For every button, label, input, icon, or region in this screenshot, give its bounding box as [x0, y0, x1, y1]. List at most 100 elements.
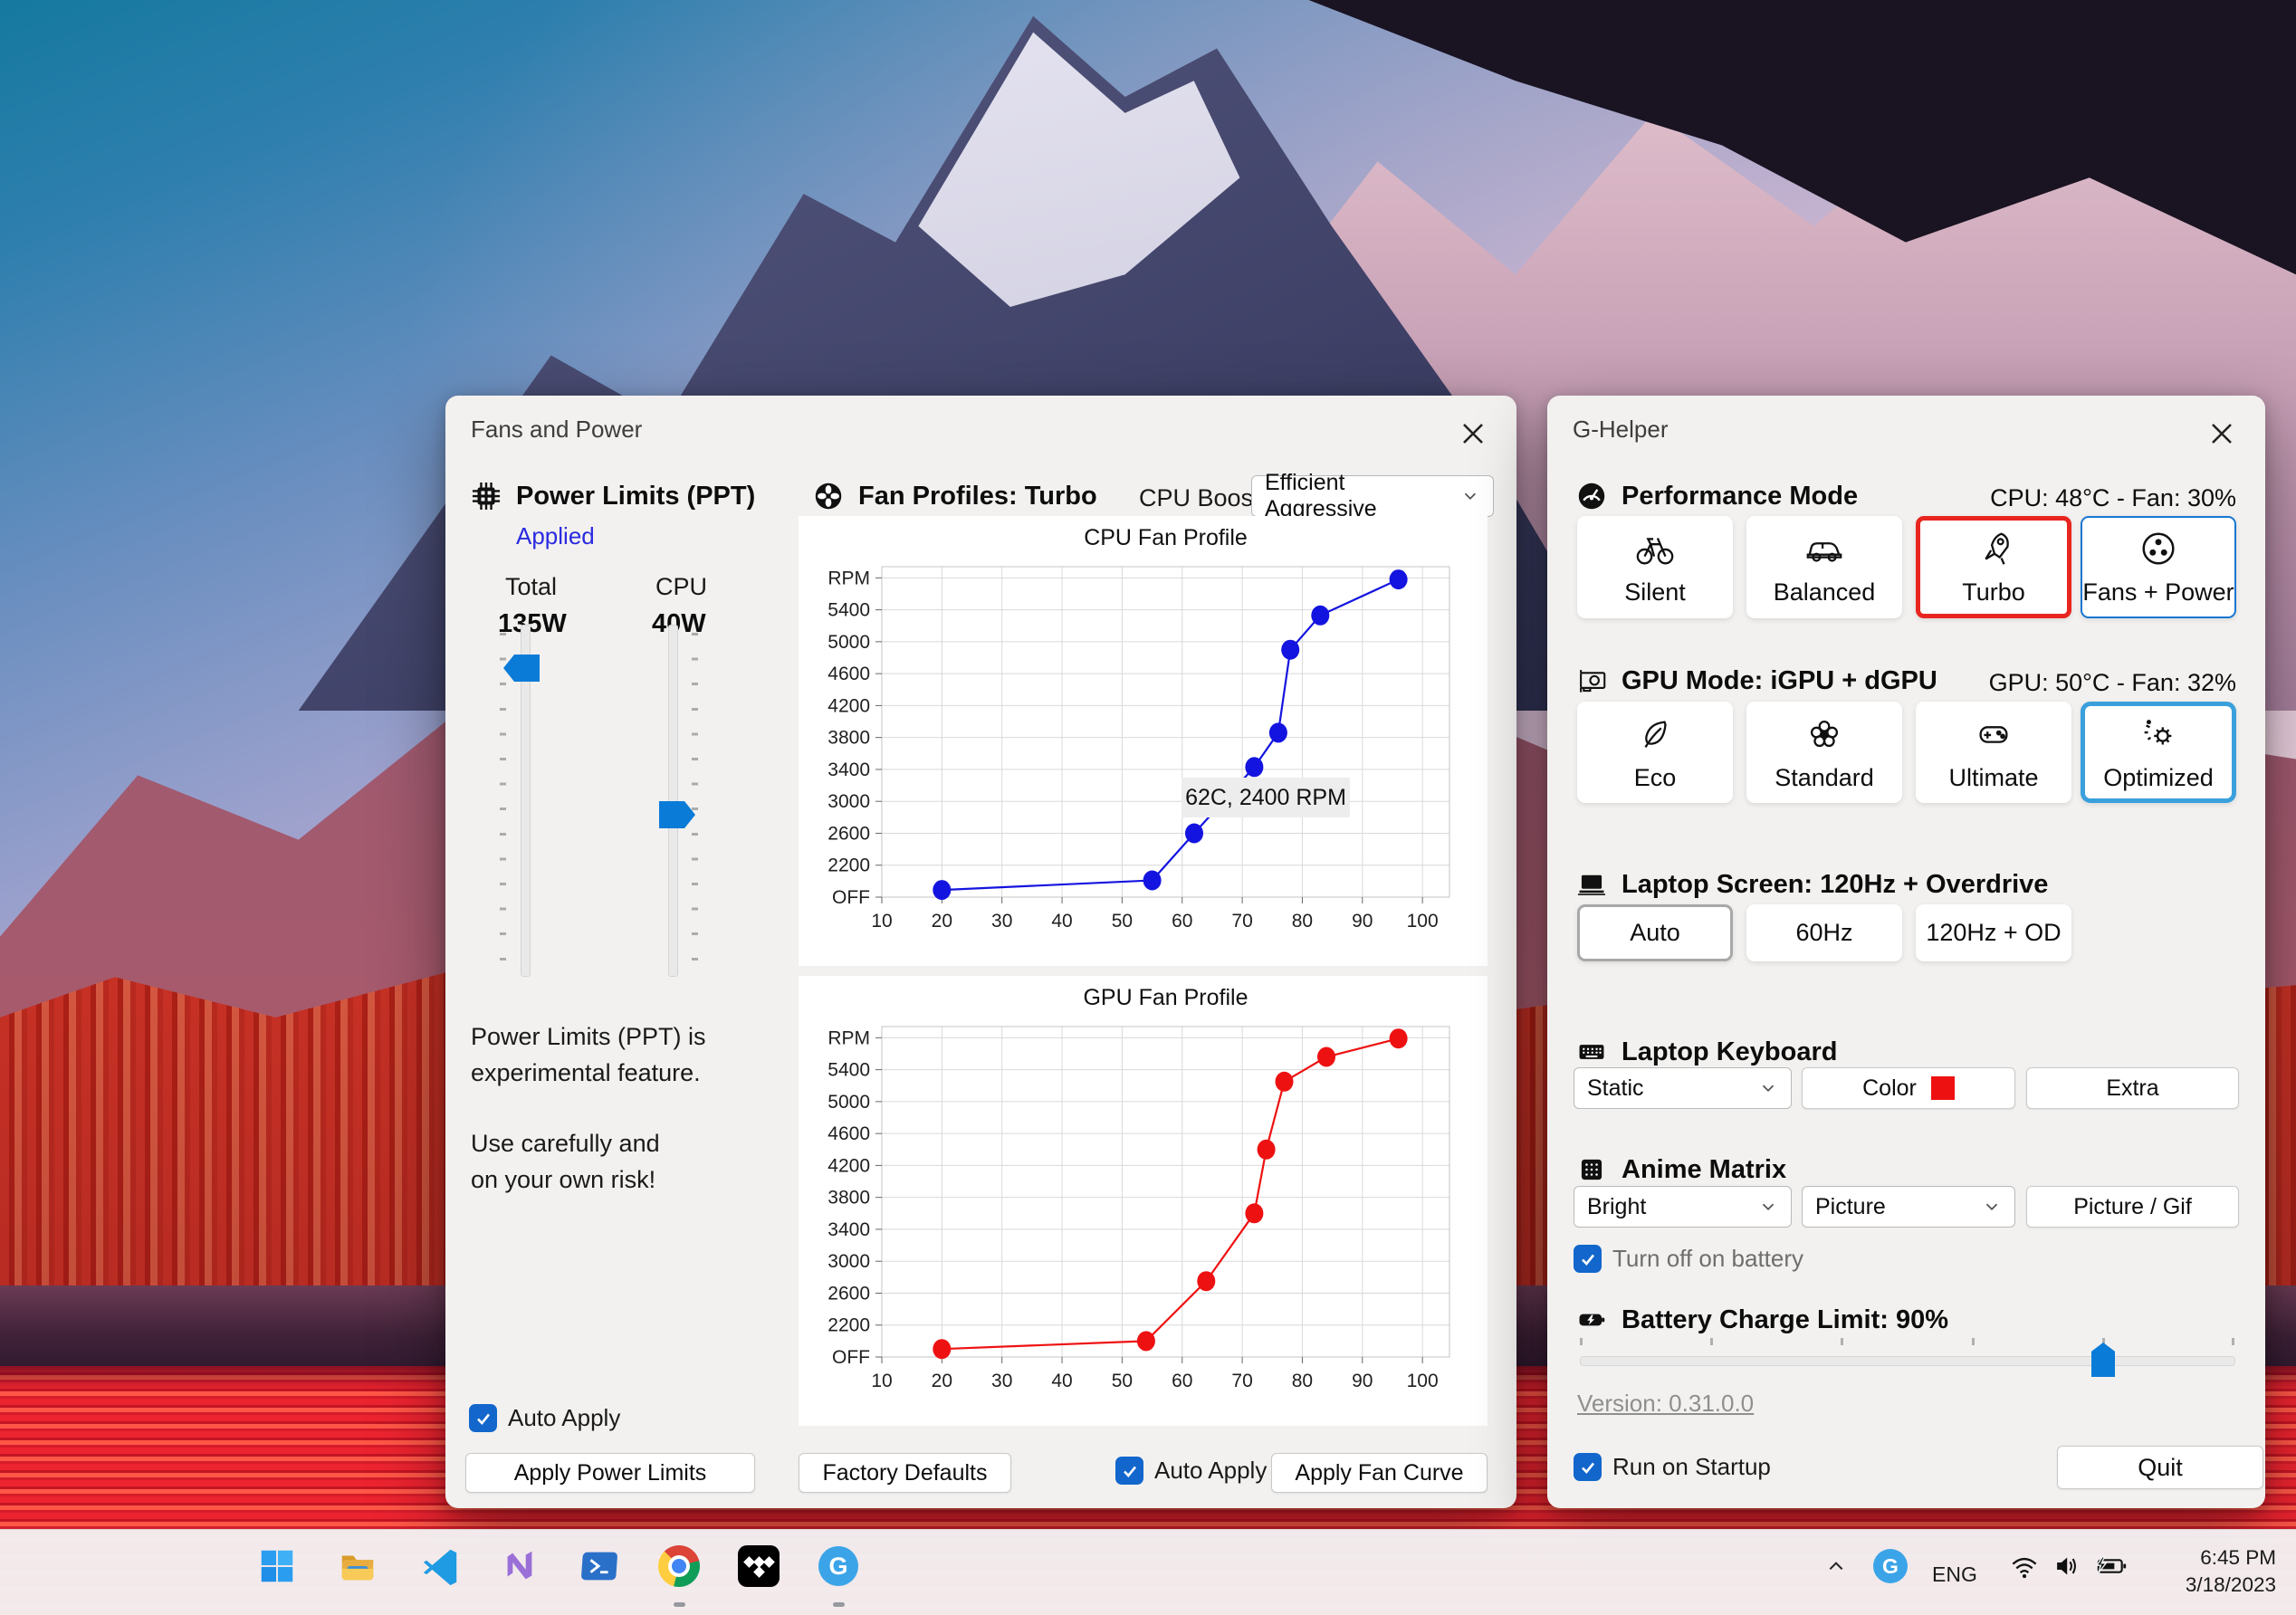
svg-text:RPM: RPM	[828, 568, 870, 588]
wifi-icon	[2012, 1557, 2037, 1579]
version-link[interactable]: Version: 0.31.0.0	[1577, 1390, 1754, 1418]
quit-button[interactable]: Quit	[2057, 1446, 2263, 1489]
svg-text:4600: 4600	[828, 664, 870, 684]
gpu-temp-fan-status: GPU: 50°C - Fan: 32%	[1988, 669, 2236, 696]
apply-fan-curve-button[interactable]: Apply Fan Curve	[1271, 1453, 1488, 1493]
chevron-down-icon	[1762, 1085, 1775, 1093]
speaker-icon	[2057, 1557, 2076, 1575]
cpu-fan-curve-chart[interactable]: 10 20 30 40 50 60 70 80 90 100 OFF 2200 2600 3000 3400…	[799, 516, 1488, 966]
total-slider-thumb[interactable]	[503, 655, 540, 682]
anime-matrix-heading: Anime Matrix	[1574, 1152, 1786, 1187]
visual-studio-icon	[507, 1551, 532, 1580]
mode-silent-button[interactable]: Silent	[1577, 516, 1733, 618]
svg-text:3000: 3000	[828, 1251, 870, 1272]
g-helper-running-indicator	[833, 1602, 845, 1607]
svg-text:2200: 2200	[828, 1315, 870, 1336]
visual-studio-button[interactable]	[494, 1541, 545, 1591]
powershell-button[interactable]	[574, 1541, 625, 1591]
svg-text:2600: 2600	[828, 1283, 870, 1304]
taskbar-clock[interactable]: 6:45 PM 3/18/2023	[2186, 1544, 2276, 1599]
g-helper-tray-button[interactable]: G	[1865, 1541, 1916, 1591]
svg-text:100: 100	[1407, 911, 1439, 932]
mode-fans-power-button[interactable]: Fans + Power	[2081, 516, 2236, 618]
anime-mode-select[interactable]: Picture	[1802, 1186, 2015, 1228]
screen-auto-button-selected[interactable]: Auto	[1577, 904, 1733, 961]
battery-charging-icon	[2095, 1556, 2127, 1573]
keyboard-mode-select[interactable]: Static	[1574, 1067, 1792, 1109]
battery-icon	[1579, 1314, 1605, 1326]
svg-text:10: 10	[871, 1371, 892, 1391]
keyboard-color-button[interactable]: Color	[1802, 1067, 2015, 1109]
cpu-slider-thumb[interactable]	[659, 801, 695, 828]
cpu-slider-track[interactable]	[668, 625, 678, 977]
vscode-button[interactable]	[415, 1541, 465, 1591]
anime-brightness-select[interactable]: Bright	[1574, 1186, 1792, 1228]
svg-text:70: 70	[1231, 1371, 1252, 1391]
tray-overflow-button[interactable]	[1811, 1541, 1861, 1591]
svg-text:CPU Fan Profile: CPU Fan Profile	[1084, 525, 1248, 550]
battery-slider-thumb[interactable]	[2091, 1343, 2115, 1377]
gpu-fan-curve-chart[interactable]: 10 20 30 40 50 60 70 80 90 100 OFF 2200 2600 3000 3400…	[799, 976, 1488, 1426]
total-label: Total	[505, 573, 558, 600]
file-explorer-button[interactable]	[332, 1541, 383, 1591]
checkbox-checked-icon	[1574, 1245, 1602, 1273]
auto-apply-fan-checkbox[interactable]: Auto Apply	[1115, 1457, 1267, 1485]
battery-slider-tick	[1841, 1338, 1843, 1345]
checkbox-checked-icon	[1574, 1453, 1602, 1481]
fan-icon	[815, 483, 842, 510]
car-icon	[1806, 542, 1842, 562]
turn-off-on-battery-checkbox[interactable]: Turn off on battery	[1574, 1245, 1803, 1273]
gpu-mode-heading: GPU Mode: iGPU + dGPU	[1574, 664, 1937, 698]
start-button[interactable]	[252, 1541, 302, 1591]
run-on-startup-checkbox[interactable]: Run on Startup	[1574, 1453, 1771, 1481]
language-indicator[interactable]: ENG	[1932, 1562, 1977, 1587]
g-helper-window: G-Helper Performance Mode CPU: 48°C - Fa…	[1547, 396, 2265, 1508]
svg-text:80: 80	[1292, 911, 1313, 932]
close-icon[interactable]	[2207, 419, 2236, 448]
gpu-ultimate-button[interactable]: Ultimate	[1916, 702, 2071, 803]
vscode-icon	[423, 1549, 457, 1586]
close-icon[interactable]	[1459, 419, 1488, 448]
chrome-running-indicator	[674, 1602, 685, 1607]
apply-power-limits-button[interactable]: Apply Power Limits	[465, 1453, 755, 1493]
battery-slider-tick	[1972, 1338, 1975, 1345]
mode-turbo-button-selected[interactable]: Turbo	[1916, 516, 2071, 618]
desktop: { "colors": { "selected_red_border": "#e…	[0, 0, 2296, 1615]
chrome-button[interactable]	[654, 1541, 704, 1591]
cpu-boost-select[interactable]: Efficient Aggressive	[1251, 470, 1494, 521]
keyboard-extra-button[interactable]: Extra	[2026, 1067, 2239, 1109]
mode-balanced-button[interactable]: Balanced	[1746, 516, 1902, 618]
battery-slider-tick	[1580, 1338, 1583, 1345]
gpu-standard-button[interactable]: Standard	[1746, 702, 1902, 803]
battery-slider-track[interactable]	[1580, 1356, 2235, 1366]
auto-apply-power-checkbox[interactable]: Auto Apply	[469, 1404, 620, 1432]
fan-icon	[2142, 532, 2175, 565]
factory-defaults-button[interactable]: Factory Defaults	[799, 1453, 1011, 1493]
svg-text:3800: 3800	[828, 728, 870, 749]
battery-tray-button[interactable]	[2086, 1541, 2137, 1591]
auto-gear-icon	[2144, 719, 2172, 744]
gamepad-icon	[1979, 725, 2008, 743]
cpu-label: CPU	[655, 573, 708, 600]
gpu-optimized-button-selected[interactable]: Optimized	[2081, 702, 2236, 803]
svg-text:60: 60	[1172, 1371, 1192, 1391]
cpu-temp-fan-status: CPU: 48°C - Fan: 30%	[1990, 484, 2236, 511]
g-helper-taskbar-button[interactable]: G	[813, 1541, 864, 1591]
svg-text:2200: 2200	[828, 855, 870, 876]
tray-time: 6:45 PM	[2200, 1546, 2276, 1569]
gpu-card-icon	[1580, 670, 1606, 693]
anime-picture-gif-button[interactable]: Picture / Gif	[2026, 1186, 2239, 1228]
svg-text:5000: 5000	[828, 632, 870, 653]
checkbox-checked-icon	[1115, 1457, 1143, 1485]
svg-text:10: 10	[871, 911, 892, 932]
svg-text:40: 40	[1051, 1371, 1072, 1391]
svg-text:4200: 4200	[828, 1155, 870, 1176]
chevron-down-icon	[1762, 1203, 1775, 1211]
laptop-icon	[1577, 874, 1606, 895]
laptop-screen-heading: Laptop Screen: 120Hz + Overdrive	[1574, 867, 2048, 902]
gpu-eco-button[interactable]: Eco	[1577, 702, 1733, 803]
screen-120hz-od-button[interactable]: 120Hz + OD	[1916, 904, 2071, 961]
tidal-button[interactable]	[733, 1541, 784, 1591]
svg-text:5400: 5400	[828, 1060, 870, 1081]
screen-60hz-button[interactable]: 60Hz	[1746, 904, 1902, 961]
